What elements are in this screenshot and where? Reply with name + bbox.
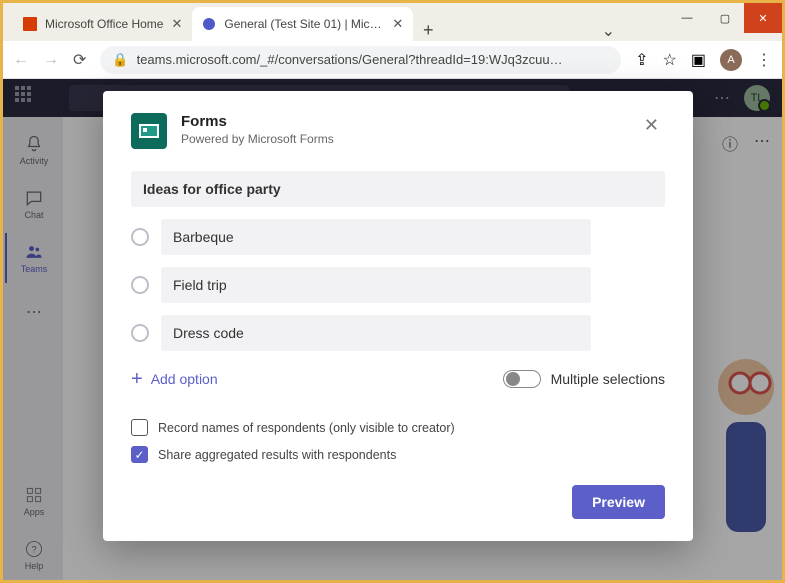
multiple-selections-toggle[interactable]: Multiple selections bbox=[503, 370, 665, 388]
question-title-input[interactable]: Ideas for office party bbox=[131, 171, 665, 207]
minimize-button[interactable]: — bbox=[668, 3, 706, 33]
forward-icon[interactable]: → bbox=[43, 51, 59, 69]
option-row bbox=[131, 315, 665, 351]
browser-titlebar: Microsoft Office Home ✕ General (Test Si… bbox=[3, 3, 782, 41]
share-icon[interactable]: ⇪ bbox=[635, 50, 648, 70]
toggle-icon bbox=[503, 370, 541, 388]
url-field[interactable]: 🔒 teams.microsoft.com/_#/conversations/G… bbox=[100, 46, 621, 74]
kebab-icon[interactable]: ⋮ bbox=[756, 50, 772, 70]
multiple-label: Multiple selections bbox=[551, 371, 665, 387]
forms-app-icon bbox=[131, 113, 167, 149]
checkbox-label: Record names of respondents (only visibl… bbox=[158, 421, 455, 435]
teams-app: ⋯ TL Activity Chat Teams ⋯ bbox=[3, 79, 782, 580]
option-input[interactable] bbox=[161, 267, 591, 303]
profile-avatar[interactable]: A bbox=[720, 49, 742, 71]
option-row bbox=[131, 219, 665, 255]
address-bar: ← → ⟳ 🔒 teams.microsoft.com/_#/conversat… bbox=[3, 41, 782, 79]
teams-icon bbox=[202, 17, 216, 31]
extensions-icon[interactable]: ▣ bbox=[691, 50, 706, 70]
window-controls: — ▢ ✕ bbox=[668, 3, 782, 41]
preview-button[interactable]: Preview bbox=[572, 485, 665, 519]
share-results-checkbox[interactable]: ✓ Share aggregated results with responde… bbox=[131, 446, 665, 463]
star-icon[interactable]: ☆ bbox=[663, 50, 677, 70]
forms-modal: Forms Powered by Microsoft Forms ✕ Ideas… bbox=[103, 91, 693, 541]
new-tab-button[interactable]: + bbox=[413, 20, 443, 41]
radio-icon bbox=[131, 228, 149, 246]
tab-title: General (Test Site 01) | Microsoft bbox=[224, 17, 384, 31]
browser-window: Microsoft Office Home ✕ General (Test Si… bbox=[3, 3, 782, 580]
lock-icon: 🔒 bbox=[112, 52, 128, 68]
checkbox-icon: ✓ bbox=[131, 446, 148, 463]
close-icon[interactable]: ✕ bbox=[638, 113, 665, 138]
modal-title: Forms bbox=[181, 113, 334, 130]
checkbox-icon bbox=[131, 419, 148, 436]
browser-tab-teams[interactable]: General (Test Site 01) | Microsoft ✕ bbox=[192, 7, 413, 41]
settings-checks: Record names of respondents (only visibl… bbox=[131, 419, 665, 463]
close-icon[interactable]: ✕ bbox=[171, 16, 182, 32]
modal-footer: Preview bbox=[131, 485, 665, 519]
maximize-button[interactable]: ▢ bbox=[706, 3, 744, 33]
checkbox-label: Share aggregated results with respondent… bbox=[158, 448, 396, 462]
tab-title: Microsoft Office Home bbox=[45, 17, 163, 31]
back-icon[interactable]: ← bbox=[13, 51, 29, 69]
url-text: teams.microsoft.com/_#/conversations/Gen… bbox=[137, 52, 563, 67]
close-button[interactable]: ✕ bbox=[744, 3, 782, 33]
option-row bbox=[131, 267, 665, 303]
browser-tabs: Microsoft Office Home ✕ General (Test Si… bbox=[3, 3, 668, 41]
toolbar-icons: ⇪ ☆ ▣ A ⋮ bbox=[635, 49, 772, 71]
modal-subtitle: Powered by Microsoft Forms bbox=[181, 132, 334, 146]
office-icon bbox=[23, 17, 37, 31]
chevron-down-icon[interactable]: ⌄ bbox=[593, 21, 623, 41]
option-input[interactable] bbox=[161, 219, 591, 255]
option-input[interactable] bbox=[161, 315, 591, 351]
record-names-checkbox[interactable]: Record names of respondents (only visibl… bbox=[131, 419, 665, 436]
options-list bbox=[131, 219, 665, 351]
radio-icon bbox=[131, 276, 149, 294]
radio-icon bbox=[131, 324, 149, 342]
modal-header: Forms Powered by Microsoft Forms ✕ bbox=[131, 113, 665, 149]
options-footer: + Add option Multiple selections bbox=[131, 369, 665, 389]
browser-tab-office[interactable]: Microsoft Office Home ✕ bbox=[13, 7, 192, 41]
close-icon[interactable]: ✕ bbox=[392, 16, 403, 32]
add-option-button[interactable]: + Add option bbox=[131, 369, 218, 389]
add-option-label: Add option bbox=[151, 371, 218, 387]
plus-icon: + bbox=[131, 369, 143, 389]
reload-icon[interactable]: ⟳ bbox=[73, 50, 86, 70]
